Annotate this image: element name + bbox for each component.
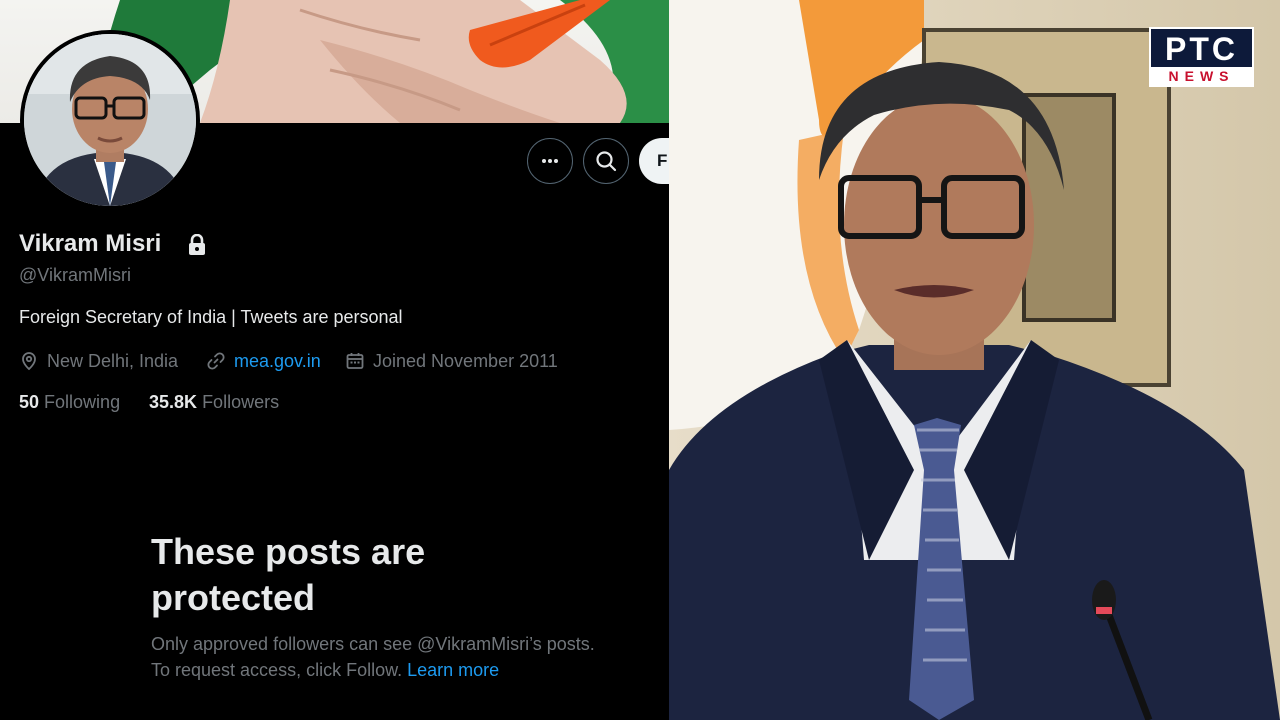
protected-body: Only approved followers can see @VikramM… xyxy=(151,634,595,680)
location-pin-icon xyxy=(22,352,36,371)
avatar[interactable] xyxy=(20,30,200,210)
profile-location: New Delhi, India xyxy=(19,349,178,373)
joined-text: Joined November 2011 xyxy=(373,350,558,371)
display-name: Vikram Misri xyxy=(19,230,162,257)
followers-count: 35.8K xyxy=(149,392,198,412)
search-icon xyxy=(596,151,617,172)
profile-joined: Joined November 2011 xyxy=(345,349,558,373)
following-label: Following xyxy=(44,392,121,412)
avatar-image xyxy=(24,34,196,206)
link-icon xyxy=(207,352,225,370)
calendar-icon xyxy=(346,353,364,369)
follow-button[interactable]: F xyxy=(639,138,669,184)
profile-website[interactable]: mea.gov.in xyxy=(206,349,321,373)
following-stat[interactable]: 50 Following xyxy=(19,392,120,413)
lock-icon xyxy=(189,234,205,255)
press-photo xyxy=(669,0,1280,720)
photo-image xyxy=(669,0,1280,720)
more-icon xyxy=(542,159,558,163)
website-link[interactable]: mea.gov.in xyxy=(234,351,321,372)
profile-bio: Foreign Secretary of India | Tweets are … xyxy=(19,307,403,327)
profile-screenshot: F Vikram Misri @VikramMisri Foreign Secr… xyxy=(0,0,669,720)
protected-message: Only approved followers can see @VikramM… xyxy=(151,631,611,683)
logo-top-text: PTC xyxy=(1165,31,1238,67)
followers-label: Followers xyxy=(202,392,280,412)
ptc-news-logo: PTC NEWS xyxy=(1149,27,1254,87)
followers-stat[interactable]: 35.8K Followers xyxy=(149,392,279,413)
profile-handle: @VikramMisri xyxy=(19,265,131,285)
learn-more-link[interactable]: Learn more xyxy=(407,660,499,680)
search-button[interactable] xyxy=(583,138,629,184)
following-count: 50 xyxy=(19,392,40,412)
logo-bottom-text: NEWS xyxy=(1151,67,1252,85)
protected-title: These posts are protected xyxy=(151,531,426,618)
location-text: New Delhi, India xyxy=(47,350,179,371)
more-button[interactable] xyxy=(527,138,573,184)
